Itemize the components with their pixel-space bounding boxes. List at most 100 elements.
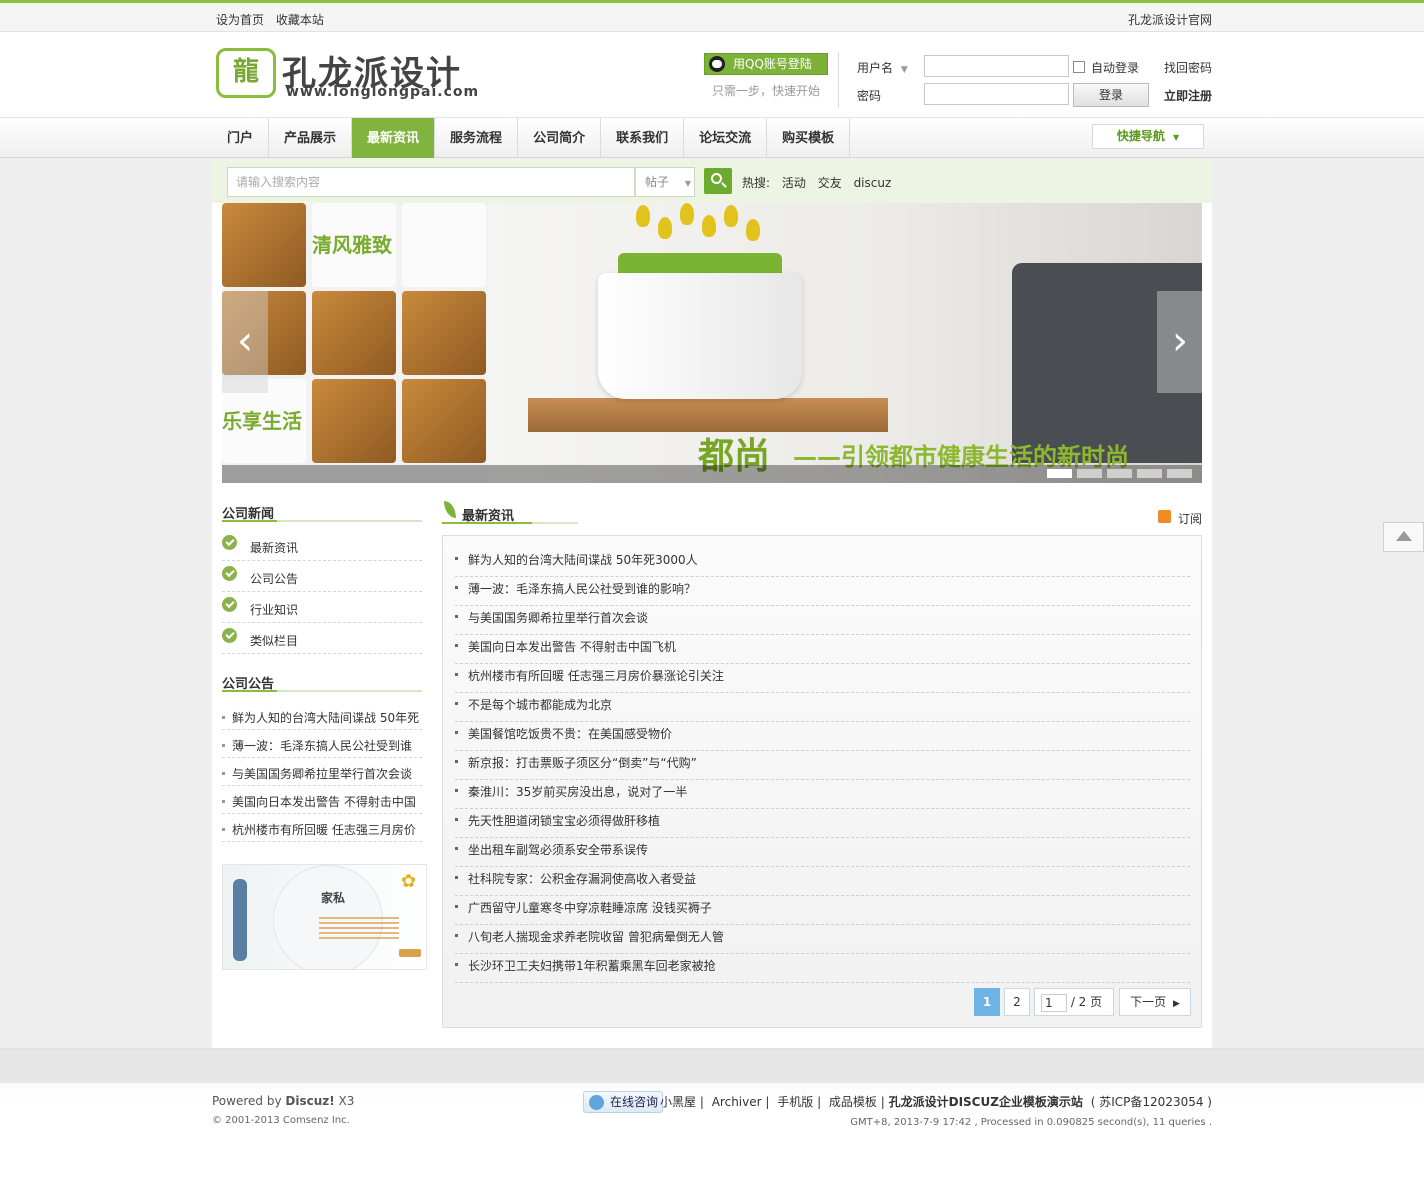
- banner-dot[interactable]: [1137, 469, 1162, 478]
- news-item[interactable]: 先天性胆道闭锁宝宝必须得做肝移植: [455, 809, 1190, 838]
- banner-slider[interactable]: 清风雅致 乐享生活 都尚 ——引领都市健康生活的新时尚 ‹ ›: [222, 203, 1202, 483]
- ad-person-image: [233, 879, 247, 961]
- news-item[interactable]: 与美国国务卿希拉里举行首次会谈: [455, 606, 1190, 635]
- nav-item-forum[interactable]: 论坛交流: [684, 118, 768, 158]
- news-title: 薄一波：毛泽东搞人民公社受到谁的影响？: [468, 582, 697, 596]
- footer-link[interactable]: 手机版: [777, 1095, 813, 1109]
- news-item[interactable]: 杭州楼市有所回暖 任志强三月房价暴涨论引关注: [455, 664, 1190, 693]
- news-item[interactable]: 社科院专家：公积金存漏洞使高收入者受益: [455, 867, 1190, 896]
- nav-item-buy[interactable]: 购买模板: [767, 118, 851, 158]
- news-item[interactable]: 秦淮川：35岁前买房没出息，说对了一半: [455, 780, 1190, 809]
- search-button[interactable]: [704, 168, 732, 194]
- banner-tile: [312, 291, 396, 375]
- check-circle-icon: [222, 628, 237, 643]
- footer-icp[interactable]: ( 苏ICP备12023054 ): [1091, 1095, 1212, 1109]
- online-consult-button[interactable]: 在线咨询: [583, 1091, 663, 1113]
- hot-search-item[interactable]: 交友: [818, 176, 842, 190]
- category-item[interactable]: 类似栏目: [222, 623, 422, 654]
- find-password-link[interactable]: 找回密码: [1164, 59, 1212, 76]
- page-total: / 2 页: [1070, 995, 1103, 1009]
- category-label: 最新资讯: [250, 541, 299, 555]
- title-underline: [222, 520, 422, 522]
- username-label[interactable]: 用户名 ▼: [857, 59, 908, 76]
- hot-search-item[interactable]: 活动: [782, 176, 806, 190]
- footer-link[interactable]: 小黑屋: [660, 1095, 696, 1109]
- news-item[interactable]: 美国向日本发出警告 不得射击中国飞机: [455, 635, 1190, 664]
- banner-dot[interactable]: [1047, 469, 1072, 478]
- news-title: 坐出租车副驾必须系安全带系误传: [468, 843, 649, 857]
- arrow-up-icon: [1396, 531, 1412, 541]
- banner-dot[interactable]: [1077, 469, 1102, 478]
- nav-item-service[interactable]: 服务流程: [435, 118, 519, 158]
- quick-nav-label: 快捷导航: [1116, 129, 1165, 143]
- banner-dot[interactable]: [1107, 469, 1132, 478]
- notice-item[interactable]: 与美国国务卿希拉里举行首次会谈: [222, 758, 422, 786]
- notice-item[interactable]: 美国向日本发出警告 不得射击中国: [222, 786, 422, 814]
- official-site-link[interactable]: 孔龙派设计官网: [1128, 11, 1212, 28]
- news-title: 广西留守儿童寒冬中穿凉鞋睡凉席 没钱买褥子: [468, 901, 712, 915]
- news-item[interactable]: 美国餐馆吃饭贵不贵：在美国感受物价: [455, 722, 1190, 751]
- sunflower-icon: ✿: [401, 871, 417, 892]
- discuz-link[interactable]: Discuz!: [285, 1094, 334, 1108]
- banner-dot[interactable]: [1167, 469, 1192, 478]
- globe-icon: [589, 1095, 604, 1110]
- nav-item-products[interactable]: 产品展示: [269, 118, 353, 158]
- news-title: 秦淮川：35岁前买房没出息，说对了一半: [468, 785, 688, 799]
- footer-link[interactable]: Archiver: [712, 1095, 762, 1109]
- news-item[interactable]: 不是每个城市都能成为北京: [455, 693, 1190, 722]
- news-title: 先天性胆道闭锁宝宝必须得做肝移植: [468, 814, 661, 828]
- nav-item-about[interactable]: 公司简介: [518, 118, 602, 158]
- page-jump-input[interactable]: 1: [1041, 993, 1067, 1012]
- banner-prev-button[interactable]: ‹: [222, 291, 268, 393]
- next-page-button[interactable]: 下一页 ▶: [1119, 988, 1191, 1016]
- news-item[interactable]: 八旬老人揣现金求养老院收留 曾犯病晕倒无人管: [455, 925, 1190, 954]
- nav-item-contact[interactable]: 联系我们: [601, 118, 685, 158]
- news-item[interactable]: 坐出租车副驾必须系安全带系误传: [455, 838, 1190, 867]
- footer-link[interactable]: 成品模板: [829, 1095, 877, 1109]
- news-title: 美国向日本发出警告 不得射击中国飞机: [468, 640, 676, 654]
- footer-site-name[interactable]: 孔龙派设计DISCUZ企业模板演示站: [889, 1095, 1083, 1109]
- register-link[interactable]: 立即注册: [1164, 87, 1212, 104]
- search-input[interactable]: 请输入搜索内容: [227, 167, 635, 197]
- page-button-2[interactable]: 2: [1004, 988, 1030, 1016]
- username-input[interactable]: [924, 55, 1069, 77]
- hot-search-item[interactable]: discuz: [854, 176, 892, 190]
- nav-list: 门户 产品展示 最新资讯 服务流程 公司简介 联系我们 论坛交流 购买模板: [212, 118, 851, 158]
- qq-login-button[interactable]: 用QQ账号登陆: [704, 53, 828, 75]
- flower-image: [702, 215, 716, 237]
- furniture-ad-banner[interactable]: 家私 ✿: [222, 864, 427, 970]
- nav-item-news[interactable]: 最新资讯: [352, 118, 436, 158]
- banner-next-button[interactable]: ›: [1157, 291, 1202, 393]
- news-title: 八旬老人揣现金求养老院收留 曾犯病晕倒无人管: [468, 930, 724, 944]
- notice-text: 与美国国务卿希拉里举行首次会谈: [232, 767, 413, 781]
- search-type-select[interactable]: 帖子 ▼: [635, 167, 695, 197]
- category-item[interactable]: 公司公告: [222, 561, 422, 592]
- news-title: 新京报：打击票贩子须区分“倒卖”与“代购”: [468, 756, 697, 770]
- set-home-link[interactable]: 设为首页: [216, 13, 264, 27]
- news-item[interactable]: 新京报：打击票贩子须区分“倒卖”与“代购”: [455, 751, 1190, 780]
- news-item[interactable]: 广西留守儿童寒冬中穿凉鞋睡凉席 没钱买褥子: [455, 896, 1190, 925]
- back-to-top-button[interactable]: [1383, 522, 1424, 552]
- notice-item[interactable]: 鲜为人知的台湾大陆间谍战 50年死: [222, 702, 422, 730]
- subscribe-label: 订阅: [1178, 512, 1203, 526]
- leaf-icon: [444, 501, 456, 518]
- site-logo[interactable]: 龍 孔龙派设计 www.longlongpai.com: [216, 46, 506, 102]
- news-item[interactable]: 长沙环卫工夫妇携带1年积蓄乘黑车回老家被抢: [455, 954, 1190, 983]
- page-button-1[interactable]: 1: [974, 988, 1000, 1016]
- content-wrapper: 请输入搜索内容 帖子 ▼ 热搜: 活动 交友 discuz 清风雅致 乐享生活 …: [212, 158, 1212, 1048]
- banner-tile: [222, 203, 306, 287]
- quick-nav-button[interactable]: 快捷导航 ▼: [1092, 124, 1204, 149]
- auto-login-checkbox[interactable]: [1073, 61, 1085, 73]
- bookmark-link[interactable]: 收藏本站: [276, 13, 324, 27]
- notice-text: 美国向日本发出警告 不得射击中国: [232, 795, 416, 809]
- nav-item-portal[interactable]: 门户: [212, 118, 270, 158]
- password-input[interactable]: [924, 83, 1069, 105]
- notice-item[interactable]: 薄一波：毛泽东搞人民公社受到谁: [222, 730, 422, 758]
- category-item[interactable]: 最新资讯: [222, 530, 422, 561]
- chevron-down-icon: ▼: [684, 179, 691, 188]
- news-item[interactable]: 鲜为人知的台湾大陆间谍战 50年死3000人: [455, 548, 1190, 577]
- category-item[interactable]: 行业知识: [222, 592, 422, 623]
- login-button[interactable]: 登录: [1073, 83, 1149, 107]
- news-item[interactable]: 薄一波：毛泽东搞人民公社受到谁的影响？: [455, 577, 1190, 606]
- notice-item[interactable]: 杭州楼市有所回暖 任志强三月房价: [222, 814, 422, 842]
